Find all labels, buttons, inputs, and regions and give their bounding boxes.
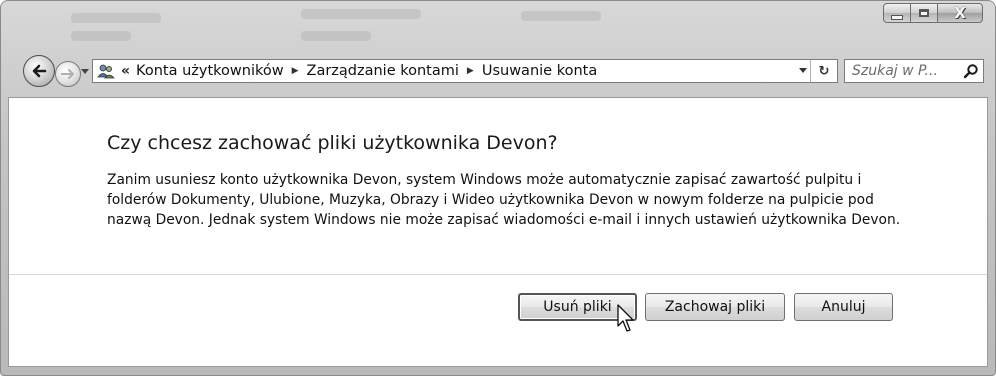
navigation-bar: « Konta użytkowników ▶ Zarządzanie konta…	[1, 53, 995, 93]
cancel-label: Anuluj	[821, 299, 866, 315]
page-title: Czy chcesz zachować pliki użytkownika De…	[107, 132, 558, 154]
search-input[interactable]: Szukaj w P...	[852, 63, 938, 79]
glass-background-blur	[71, 13, 161, 23]
maximize-button[interactable]	[911, 3, 937, 23]
search-box[interactable]: Szukaj w P...	[844, 59, 984, 83]
close-icon: X	[954, 4, 966, 22]
refresh-icon: ↻	[818, 63, 830, 79]
address-history-dropdown[interactable]	[799, 68, 807, 73]
keep-files-button[interactable]: Zachowaj pliki	[645, 293, 785, 321]
page-description: Zanim usuniesz konto użytkownika Devon, …	[107, 172, 901, 228]
user-accounts-icon	[97, 63, 115, 79]
delete-files-label: Usuń pliki	[543, 299, 612, 315]
glass-background-blur	[301, 31, 371, 41]
delete-files-button[interactable]: Usuń pliki	[518, 293, 637, 321]
divider	[9, 274, 987, 275]
back-arrow-icon	[32, 64, 47, 78]
breadcrumb-delete-account[interactable]: Usuwanie konta	[482, 63, 597, 79]
glass-background-blur	[521, 11, 601, 21]
minimize-button[interactable]	[883, 3, 911, 23]
keep-files-label: Zachowaj pliki	[664, 299, 766, 315]
breadcrumb-user-accounts[interactable]: Konta użytkowników	[136, 63, 284, 79]
breadcrumb-separator[interactable]: ▶	[467, 66, 474, 76]
breadcrumb-separator[interactable]: ▶	[292, 66, 299, 76]
forward-arrow-icon	[61, 69, 74, 79]
refresh-button[interactable]: ↻	[810, 60, 837, 82]
maximize-icon	[919, 9, 929, 17]
window-controls: X	[883, 3, 983, 25]
control-panel-window: X « Konta użytkowników ▶ Zarządzanie kon…	[0, 0, 996, 376]
search-icon[interactable]	[963, 63, 979, 79]
close-button[interactable]: X	[937, 3, 983, 23]
recent-pages-dropdown[interactable]	[81, 69, 89, 74]
content-pane: Czy chcesz zachować pliki użytkownika De…	[8, 97, 988, 367]
glass-background-blur	[301, 9, 421, 19]
address-bar[interactable]: « Konta użytkowników ▶ Zarządzanie konta…	[92, 59, 838, 83]
forward-button[interactable]	[55, 61, 81, 87]
breadcrumb-manage-accounts[interactable]: Zarządzanie kontami	[307, 63, 459, 79]
glass-background-blur	[71, 31, 131, 41]
cancel-button[interactable]: Anuluj	[794, 293, 893, 321]
back-button[interactable]	[23, 55, 55, 87]
address-overflow-button[interactable]: «	[121, 63, 130, 79]
minimize-icon	[891, 14, 903, 20]
